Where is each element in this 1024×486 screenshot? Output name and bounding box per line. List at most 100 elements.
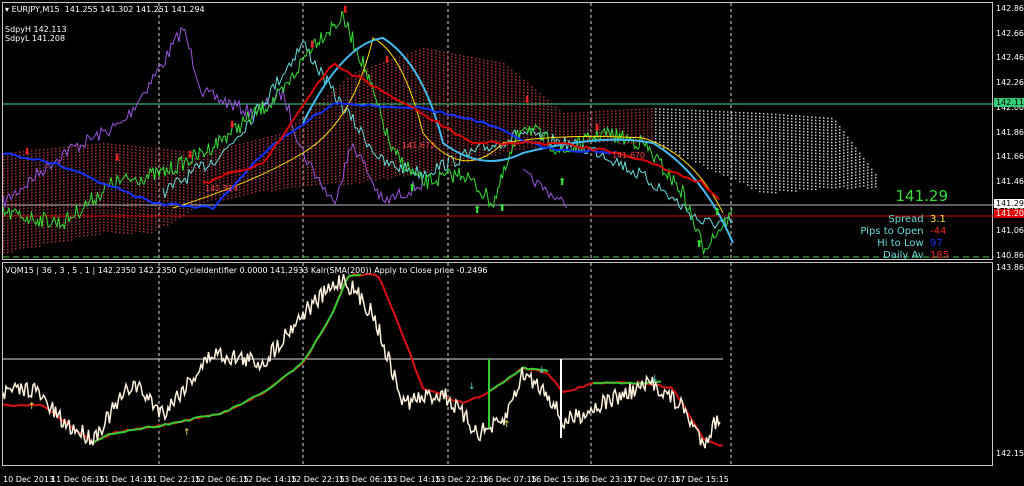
cloud-dot xyxy=(339,148,341,150)
cloud-dot xyxy=(163,212,165,214)
cloud-dot xyxy=(467,89,469,91)
main-chart[interactable]: ⬇ ⬇ ⬇ ⬇ ⬇ ⬇ ⬇ ⬇ ⬇ ⬆ ⬆ ⬆ ⬆ ⬆ ⬆ xyxy=(2,2,994,261)
cloud-dot xyxy=(455,81,457,83)
cloud-dot xyxy=(707,110,709,112)
cloud-dot xyxy=(415,98,417,101)
cloud-dot xyxy=(123,169,125,171)
cloud-dot xyxy=(15,157,17,160)
cloud-dot xyxy=(343,114,345,117)
cloud-dot xyxy=(307,154,309,156)
cloud-dot xyxy=(15,169,17,172)
cloud-dot xyxy=(187,211,189,213)
cloud-dot xyxy=(267,185,269,187)
cloud-dot xyxy=(107,188,109,190)
cloud-dot xyxy=(271,184,273,186)
cloud-dot xyxy=(747,163,749,165)
cloud-dot xyxy=(563,125,565,127)
cloud-dot xyxy=(315,141,317,144)
cloud-dot xyxy=(671,120,673,123)
cloud-dot xyxy=(335,178,337,180)
cloud-dot xyxy=(503,108,505,110)
cloud-dot xyxy=(611,125,613,127)
cloud-dot xyxy=(463,64,465,66)
cloud-dot xyxy=(415,50,417,53)
cloud-dot xyxy=(59,195,61,197)
cloud-dot xyxy=(759,121,761,124)
cloud-dot xyxy=(531,119,533,121)
cloud-dot xyxy=(295,167,297,170)
cloud-dot xyxy=(531,89,533,91)
cloud-dot xyxy=(779,153,781,155)
cloud-dot xyxy=(247,190,249,192)
cloud-dot xyxy=(395,160,397,162)
cloud-dot xyxy=(767,182,769,184)
cloud-dot xyxy=(771,125,773,128)
cloud-dot xyxy=(395,73,397,75)
cloud-dot xyxy=(67,173,69,176)
cloud-dot xyxy=(167,182,169,184)
cloud-dot xyxy=(55,165,57,168)
cloud-dot xyxy=(239,186,241,188)
cloud-dot xyxy=(439,156,441,158)
cloud-dot xyxy=(659,114,661,116)
cloud-dot xyxy=(399,74,401,77)
cloud-dot xyxy=(743,145,745,147)
cloud-dot xyxy=(715,167,717,170)
cloud-dot xyxy=(43,221,45,223)
cloud-dot xyxy=(631,118,633,120)
cloud-dot xyxy=(191,202,193,205)
cloud-dot xyxy=(67,176,69,179)
cloud-dot xyxy=(623,130,625,133)
cloud-dot xyxy=(263,183,265,185)
cloud-dot xyxy=(467,98,469,100)
cloud-dot xyxy=(767,158,769,160)
cloud-dot xyxy=(99,149,101,151)
cloud-dot xyxy=(327,119,329,121)
cloud-dot xyxy=(359,115,361,118)
cloud-dot xyxy=(107,200,109,202)
cloud-dot xyxy=(23,193,25,195)
cloud-dot xyxy=(111,146,113,149)
cloud-dot xyxy=(387,117,389,120)
cloud-dot xyxy=(507,105,509,107)
cloud-dot xyxy=(751,148,753,150)
cloud-dot xyxy=(779,114,781,116)
cloud-dot xyxy=(275,180,277,182)
cloud-dot xyxy=(475,66,477,69)
cloud-dot xyxy=(459,69,461,72)
cloud-dot xyxy=(763,182,765,184)
cloud-dot xyxy=(3,171,5,173)
cloud-dot xyxy=(483,65,485,67)
cloud-dot xyxy=(535,146,537,149)
cloud-dot xyxy=(171,218,173,221)
cloud-dot xyxy=(711,149,713,152)
cloud-dot xyxy=(27,165,29,168)
cloud-dot xyxy=(735,150,737,153)
cloud-dot xyxy=(387,171,389,174)
cloud-dot xyxy=(171,191,173,194)
cloud-dot xyxy=(143,174,145,176)
cloud-dot xyxy=(459,93,461,96)
cloud-dot xyxy=(443,120,445,123)
cloud-dot xyxy=(479,85,481,87)
cloud-dot xyxy=(15,172,17,175)
cloud-dot xyxy=(347,138,349,140)
cloud-dot xyxy=(135,209,137,211)
cloud-dot xyxy=(427,129,429,132)
cloud-dot xyxy=(279,167,281,169)
cloud-dot xyxy=(363,81,365,83)
cloud-dot xyxy=(359,109,361,112)
cloud-dot xyxy=(455,84,457,86)
cloud-dot xyxy=(63,240,65,242)
cloud-dot xyxy=(483,86,485,88)
cloud-dot xyxy=(19,241,21,243)
cloud-dot xyxy=(475,108,477,111)
cloud-dot xyxy=(103,218,105,220)
cloud-dot xyxy=(379,123,381,126)
cloud-dot xyxy=(295,170,297,173)
cloud-dot xyxy=(751,121,753,123)
cloud-dot xyxy=(763,149,765,151)
cloud-dot xyxy=(691,151,693,154)
cloud-dot xyxy=(659,123,661,125)
cloud-dot xyxy=(679,154,681,156)
